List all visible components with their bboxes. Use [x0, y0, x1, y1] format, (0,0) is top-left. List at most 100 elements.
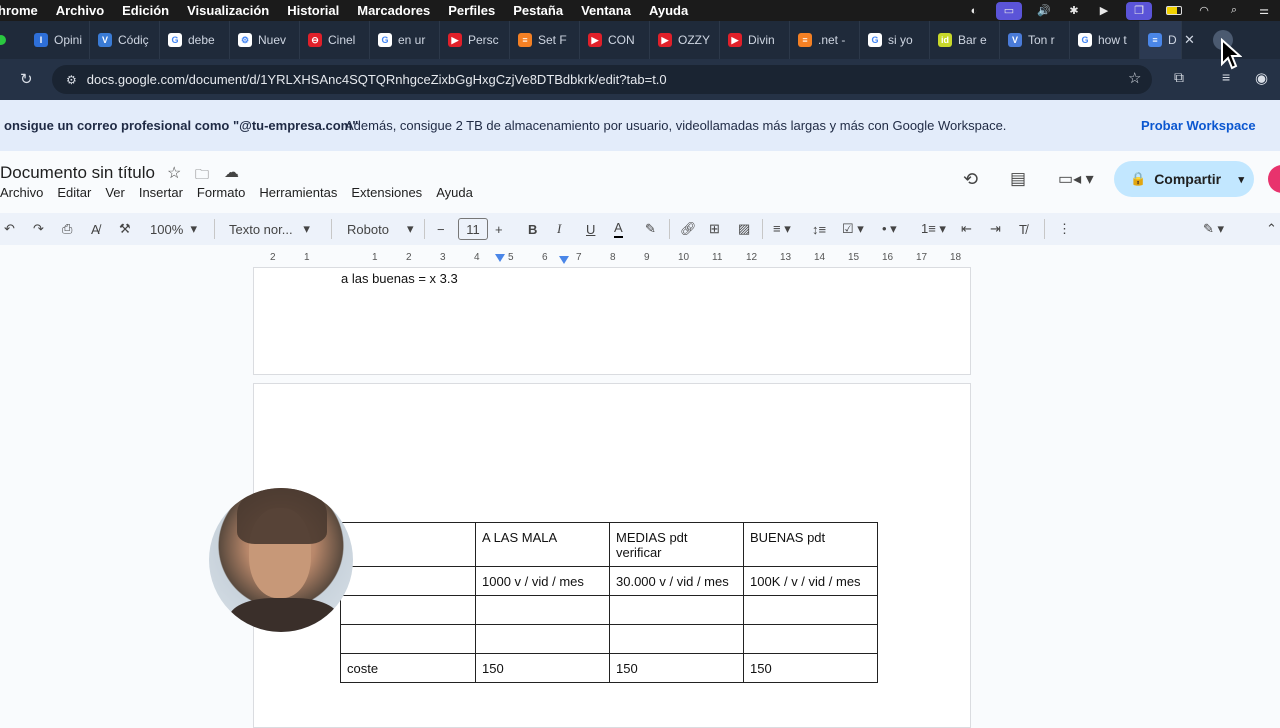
battery-icon[interactable]	[1166, 4, 1182, 18]
table-cell[interactable]: A LAS MALA	[475, 522, 610, 567]
browser-tab[interactable]: V Códiç	[90, 21, 160, 59]
browser-tab[interactable]: ⊖ Cinel	[300, 21, 370, 59]
url-field[interactable]: ⚙ docs.google.com/document/d/1YRLXHSAnc4…	[52, 65, 1152, 94]
browser-tab[interactable]: I Opini	[26, 21, 90, 59]
table-cell[interactable]	[475, 624, 610, 654]
table-cell[interactable]: 30.000 v / vid / mes	[609, 566, 744, 596]
doc-menu-item[interactable]: Formato	[197, 185, 245, 200]
os-menu-item[interactable]: Edición	[113, 3, 178, 18]
browser-tab[interactable]: ▶ CON	[580, 21, 650, 59]
line-spacing-icon[interactable]: ↕≡	[812, 217, 826, 241]
insert-image-icon[interactable]: ▨	[738, 217, 750, 241]
reading-list-icon[interactable]: ≡	[1222, 69, 1230, 85]
browser-tab[interactable]: Gen ur	[370, 21, 440, 59]
more-options-icon[interactable]: ⋮	[1058, 217, 1071, 241]
wifi-icon[interactable]: ◠	[1196, 4, 1212, 18]
try-workspace-link[interactable]: Probar Workspace	[1141, 118, 1256, 133]
font-select[interactable]: Roboto ▾	[347, 217, 414, 241]
text-style-select[interactable]: Texto nor... ▾	[229, 217, 310, 241]
screen-record-icon[interactable]: ▭	[996, 1, 1022, 20]
meet-icon[interactable]: ▭◂ ▾	[1058, 169, 1094, 189]
extensions-icon[interactable]: ⧉	[1174, 69, 1184, 86]
table-cell[interactable]	[743, 624, 878, 654]
table-cell[interactable]	[743, 595, 878, 625]
browser-tab[interactable]: Gdebe	[160, 21, 230, 59]
os-menu-item[interactable]: Ventana	[572, 3, 640, 18]
table-cell[interactable]	[609, 624, 744, 654]
spellcheck-icon[interactable]: A̸	[91, 217, 100, 241]
window-green-button[interactable]	[0, 35, 6, 45]
editing-mode-icon[interactable]: ✎ ▾	[1203, 217, 1224, 241]
doc-menu-item[interactable]: Extensiones	[351, 185, 422, 200]
document-title[interactable]: Documento sin título	[0, 163, 155, 183]
decrease-font-size-icon[interactable]: −	[437, 217, 445, 241]
os-menu-item[interactable]: Pestaña	[504, 3, 572, 18]
os-menu-item[interactable]: Archivo	[47, 3, 113, 18]
horizontal-ruler[interactable]: 2 1 1 2 3 4 5 6 7 8 9 10 11 12 13 14 15 16 17 18	[253, 250, 971, 268]
table-cell[interactable]	[340, 522, 476, 567]
browser-tab[interactable]: ≡ .net -	[790, 21, 860, 59]
highlight-icon[interactable]: ✎	[645, 217, 656, 241]
browser-tab[interactable]: id Bar e	[930, 21, 1000, 59]
browser-tab[interactable]: ▶ Persc	[440, 21, 510, 59]
os-menu-item[interactable]: Perfiles	[439, 3, 504, 18]
doc-menu-item[interactable]: Editar	[57, 185, 91, 200]
clear-formatting-icon[interactable]: T̸	[1019, 217, 1027, 241]
sync-icon[interactable]: ◐	[966, 4, 982, 18]
version-history-icon[interactable]: ⟲	[963, 169, 978, 190]
table-cell[interactable]: 150	[609, 653, 744, 683]
screen-mirror-icon[interactable]: ❐	[1126, 1, 1152, 20]
browser-tab[interactable]: Gsi yo	[860, 21, 930, 59]
profile-icon[interactable]: ◉	[1255, 69, 1268, 87]
underline-icon[interactable]: U	[586, 217, 595, 241]
doc-menu-item[interactable]: Insertar	[139, 185, 183, 200]
table-cell[interactable]: 150	[743, 653, 878, 683]
spotlight-search-icon[interactable]: ⌕	[1226, 4, 1242, 18]
bulleted-list-icon[interactable]: • ▾	[882, 217, 897, 241]
font-size-field[interactable]: 11	[458, 218, 488, 240]
italic-icon[interactable]: I	[557, 217, 561, 241]
table-cell[interactable]: BUENAS pdt	[743, 522, 878, 567]
browser-tab[interactable]: ⚙ Nuev	[230, 21, 300, 59]
avatar[interactable]	[1268, 165, 1280, 193]
checklist-icon[interactable]: ☑ ▾	[842, 217, 864, 241]
star-icon[interactable]: ☆	[167, 163, 181, 183]
add-comment-icon[interactable]: ⊞	[709, 217, 720, 241]
volume-icon[interactable]: 🔊	[1036, 4, 1052, 18]
increase-indent-icon[interactable]: ⇥	[990, 217, 1001, 241]
text-color-icon[interactable]: A	[614, 218, 623, 238]
print-icon[interactable]: ⎙	[62, 217, 72, 241]
doc-menu-item[interactable]: Ver	[105, 185, 125, 200]
browser-tab[interactable]: ≡ D	[1140, 21, 1182, 59]
table-cell[interactable]: coste	[340, 653, 476, 683]
doc-menu-item[interactable]: Herramientas	[259, 185, 337, 200]
doc-menu-item[interactable]: Archivo	[0, 185, 43, 200]
align-icon[interactable]: ≡ ▾	[773, 217, 791, 241]
indent-marker-icon[interactable]	[495, 254, 505, 262]
os-menu-item[interactable]: Historial	[278, 3, 348, 18]
right-indent-marker-icon[interactable]	[559, 256, 569, 264]
table-cell[interactable]	[475, 595, 610, 625]
reload-icon[interactable]: ↻	[20, 70, 33, 88]
share-dropdown-icon[interactable]: ▾	[1238, 173, 1244, 186]
share-button[interactable]: 🔒 Compartir ▾	[1114, 161, 1254, 197]
collapse-toolbar-icon[interactable]: ⌃	[1266, 217, 1277, 241]
bookmark-star-icon[interactable]: ☆	[1128, 69, 1141, 87]
table-cell[interactable]	[340, 595, 476, 625]
tab-close-icon[interactable]: ✕	[1184, 32, 1195, 48]
paint-format-icon[interactable]: ⚒	[119, 217, 131, 241]
os-menu-item[interactable]: Marcadores	[348, 3, 439, 18]
browser-tab[interactable]: V Ton r	[1000, 21, 1070, 59]
cloud-saved-icon[interactable]: ☁	[224, 163, 239, 181]
bold-icon[interactable]: B	[528, 217, 537, 241]
table-cell[interactable]: 1000 v / vid / mes	[475, 566, 610, 596]
browser-tab[interactable]: ▶ Divin	[720, 21, 790, 59]
table-cell[interactable]: 150	[475, 653, 610, 683]
browser-tab[interactable]: ≡ Set F	[510, 21, 580, 59]
doc-menu-item[interactable]: Ayuda	[436, 185, 473, 200]
link-icon[interactable]: 🔗︎	[680, 217, 697, 241]
control-center-icon[interactable]: ⚌	[1256, 4, 1272, 18]
comments-icon[interactable]: ▤	[1010, 169, 1026, 189]
redo-icon[interactable]: ↷	[33, 217, 44, 241]
os-app-name[interactable]: hrome	[0, 3, 47, 18]
